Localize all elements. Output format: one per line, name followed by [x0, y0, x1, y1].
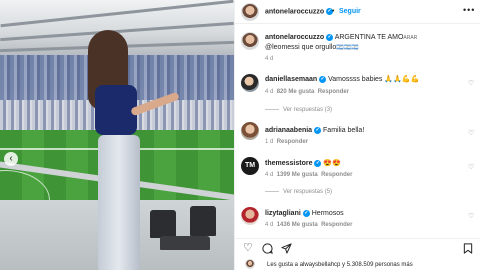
comment-time: 4 d: [265, 89, 274, 95]
comment-text: themessistore ✓ 😍😍: [265, 159, 341, 168]
comment-meta: 4 d 820 Me gusta Responder: [265, 89, 349, 95]
comment-body: Familia bella!: [323, 127, 365, 134]
more-icon[interactable]: •••: [463, 5, 475, 15]
comment-likes[interactable]: 1399 Me gusta: [277, 172, 318, 178]
comment-username[interactable]: lizytagliani: [265, 210, 301, 217]
comment-text: daniellasemaan ✓ Vamossss babies 🙏🙏💪💪: [265, 75, 419, 84]
caption-flag: ARAR: [403, 35, 418, 41]
heart-icon[interactable]: ♡: [468, 129, 474, 137]
caption-flags: 🇦🇷🇦🇷🇦🇷: [336, 45, 359, 51]
bookmark-icon[interactable]: [463, 243, 473, 257]
view-replies[interactable]: Ver respuestas (3): [265, 107, 332, 113]
verified-badge-icon: ✓: [319, 75, 327, 83]
caption-text: ARGENTINA TE AMO: [334, 34, 404, 41]
comment-text: adrianaabenia ✓ Familia bella!: [265, 126, 364, 135]
caption-author[interactable]: antonelaroccuzzo: [265, 34, 324, 41]
avatar[interactable]: [245, 259, 255, 269]
caption-line-1: antonelaroccuzzo ✓ ARGENTINA TE AMOARAR: [265, 33, 417, 43]
person-jeans: [98, 135, 140, 270]
avatar[interactable]: [241, 32, 259, 50]
heart-icon[interactable]: ♡: [468, 212, 474, 220]
avatar[interactable]: [241, 74, 259, 92]
avatar[interactable]: [241, 122, 259, 140]
comment-username[interactable]: adrianaabenia: [265, 127, 312, 134]
reply-button[interactable]: Responder: [321, 172, 352, 178]
comment-icon[interactable]: [262, 243, 273, 257]
comment-meta: 1 d Responder: [265, 139, 308, 145]
comment-meta: 4 d 1436 Me gusta Responder: [265, 222, 352, 228]
post-header: antonelaroccuzzo ✓ • Seguir •••: [235, 0, 480, 24]
seat: [150, 210, 176, 238]
view-replies[interactable]: Ver respuestas (5): [265, 189, 332, 195]
share-icon[interactable]: [281, 243, 292, 257]
reply-button[interactable]: Responder: [321, 222, 352, 228]
comment-username[interactable]: themessistore: [265, 160, 312, 167]
verified-badge-icon: ✓: [302, 209, 310, 217]
heart-icon[interactable]: ♡: [468, 79, 474, 87]
follow-button[interactable]: Seguir: [339, 8, 361, 15]
separator-dot: •: [332, 8, 335, 15]
comment-meta: 4 d 1399 Me gusta Responder: [265, 172, 352, 178]
reply-button[interactable]: Responder: [277, 139, 308, 145]
verified-badge-icon: ✓: [314, 126, 322, 134]
avatar[interactable]: [241, 3, 259, 21]
comment-time: 1 d: [265, 139, 274, 145]
post-details-panel: antonelaroccuzzo ✓ • Seguir ••• antonelar…: [234, 0, 480, 270]
reply-button[interactable]: Responder: [318, 89, 349, 95]
comment-likes[interactable]: 1436 Me gusta: [277, 222, 318, 228]
heart-icon[interactable]: ♡: [468, 163, 474, 171]
avatar[interactable]: TM: [241, 157, 259, 175]
likes-summary[interactable]: Les gusta a alwaysbellahcp y 5.308.509 p…: [267, 262, 413, 268]
avatar[interactable]: [241, 207, 259, 225]
caption-line-2: @leomessi que orgullo🇦🇷🇦🇷🇦🇷: [265, 43, 359, 53]
comment-body: Vamossss babies 🙏🙏💪💪: [328, 76, 420, 83]
caption-mention[interactable]: @leomessi que orgullo: [265, 44, 336, 51]
comment-likes[interactable]: 820 Me gusta: [277, 89, 315, 95]
comment-time: 4 d: [265, 172, 274, 178]
verified-badge-icon: ✓: [326, 33, 334, 41]
verified-badge-icon: ✓: [314, 159, 322, 167]
author-username[interactable]: antonelaroccuzzo ✓: [265, 8, 334, 15]
chevron-left-icon[interactable]: ‹: [4, 152, 18, 166]
comment-body: Hermosos: [311, 210, 344, 217]
comment-username[interactable]: daniellasemaan: [265, 76, 317, 83]
heart-icon[interactable]: ♡: [243, 243, 253, 254]
seat: [190, 206, 216, 236]
comment-body: 😍😍: [323, 160, 341, 167]
roof-beam: [0, 0, 234, 28]
post-photo: ‹: [0, 0, 234, 270]
comment-time: 4 d: [265, 222, 274, 228]
comment-text: lizytagliani ✓ Hermosos: [265, 209, 344, 218]
caption-time: 4 d: [265, 56, 274, 62]
seat: [160, 236, 210, 250]
